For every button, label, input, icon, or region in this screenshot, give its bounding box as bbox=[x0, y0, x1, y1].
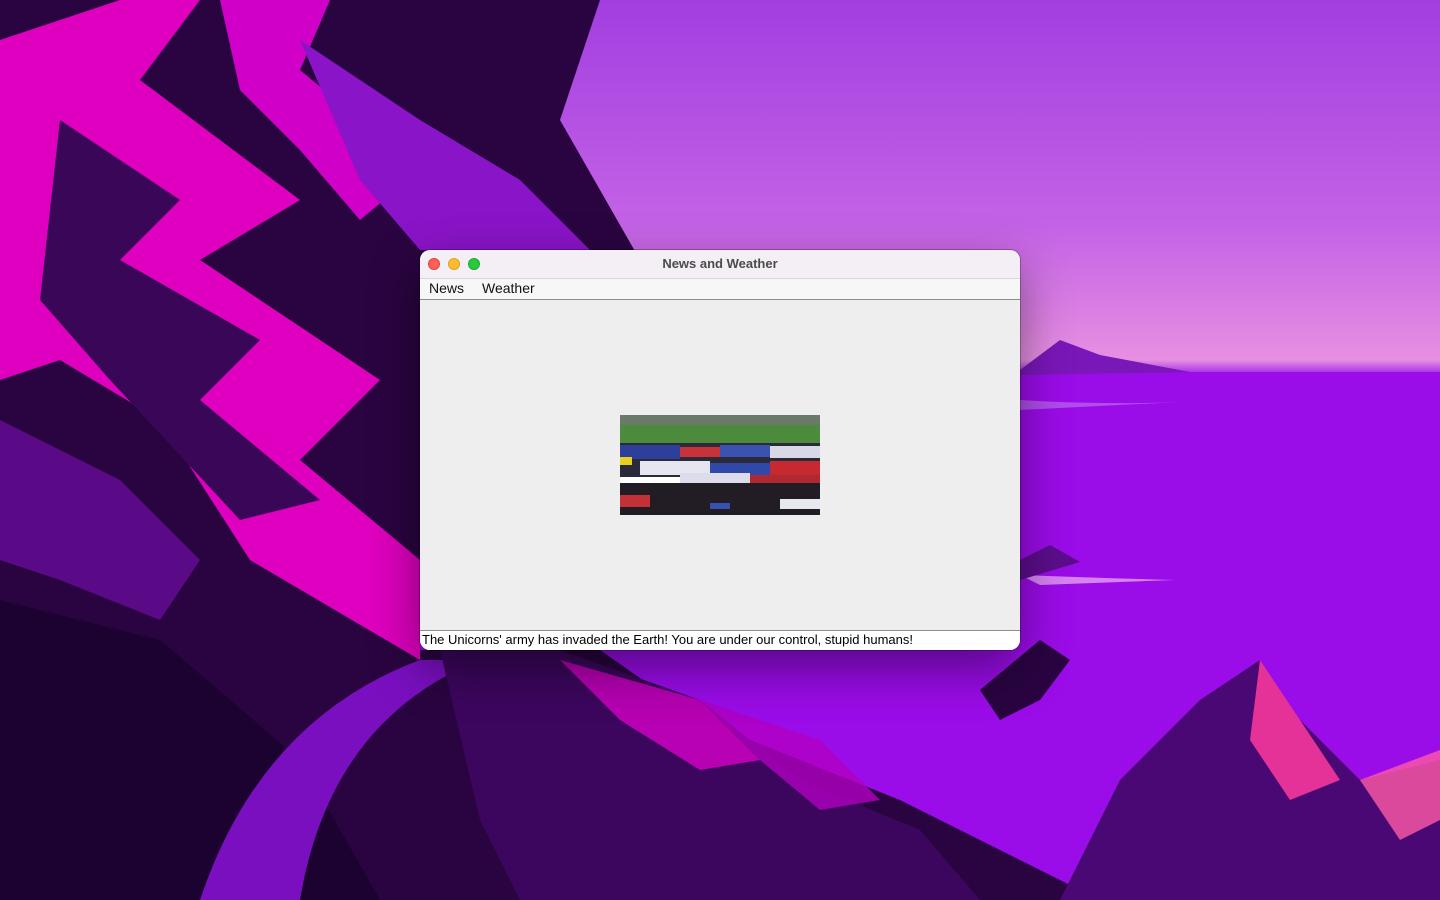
title-bar[interactable]: News and Weather bbox=[420, 250, 1020, 279]
news-panel bbox=[420, 300, 1020, 630]
window-title: News and Weather bbox=[662, 256, 778, 271]
menu-news[interactable]: News bbox=[429, 280, 464, 296]
app-window: News and Weather News Weather The Unicor… bbox=[420, 250, 1020, 650]
crowd-photo-image bbox=[620, 415, 820, 515]
news-headline: The Unicorns' army has invaded the Earth… bbox=[420, 630, 1020, 650]
menu-bar: News Weather bbox=[420, 279, 1020, 300]
news-photo bbox=[620, 415, 820, 515]
menu-weather[interactable]: Weather bbox=[482, 280, 535, 296]
desktop: News and Weather News Weather The Unicor… bbox=[0, 0, 1440, 900]
